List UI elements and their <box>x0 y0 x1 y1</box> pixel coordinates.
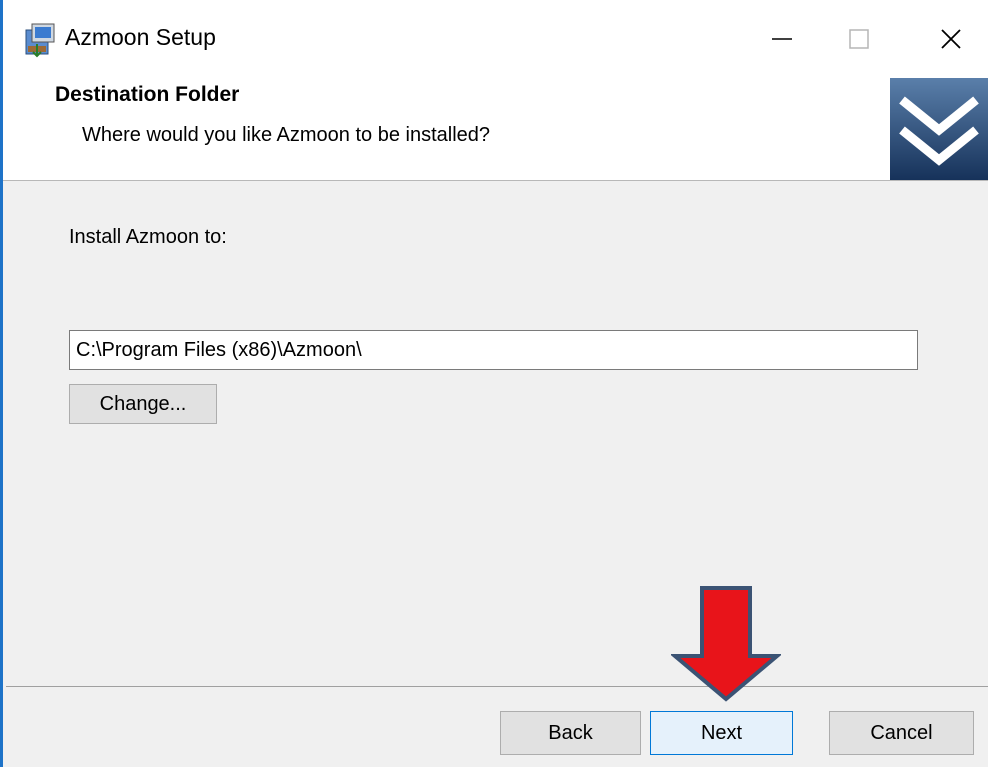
installer-icon <box>25 23 55 58</box>
maximize-button[interactable] <box>830 10 888 68</box>
install-path-input[interactable] <box>69 330 918 370</box>
back-button[interactable]: Back <box>500 711 641 755</box>
page-subtitle: Where would you like Azmoon to be instal… <box>82 124 491 146</box>
cancel-button[interactable]: Cancel <box>829 711 974 755</box>
close-icon <box>941 29 961 49</box>
footer-divider <box>6 686 988 687</box>
installer-banner-icon <box>890 78 988 180</box>
minimize-button[interactable] <box>753 10 811 68</box>
maximize-icon <box>849 29 869 49</box>
page-title: Destination Folder <box>55 83 240 106</box>
title-bar[interactable]: Azmoon Setup <box>3 0 988 78</box>
install-location-label: Install Azmoon to: <box>69 226 227 248</box>
minimize-icon <box>772 38 792 40</box>
change-button[interactable]: Change... <box>69 384 217 424</box>
next-button[interactable]: Next <box>650 711 793 755</box>
page-header: Destination Folder Where would you like … <box>3 78 988 181</box>
setup-window: Azmoon Setup Destination Folder Where wo… <box>0 0 988 767</box>
red-down-arrow-icon <box>671 586 781 702</box>
close-button[interactable] <box>922 10 980 68</box>
window-title: Azmoon Setup <box>65 24 216 50</box>
